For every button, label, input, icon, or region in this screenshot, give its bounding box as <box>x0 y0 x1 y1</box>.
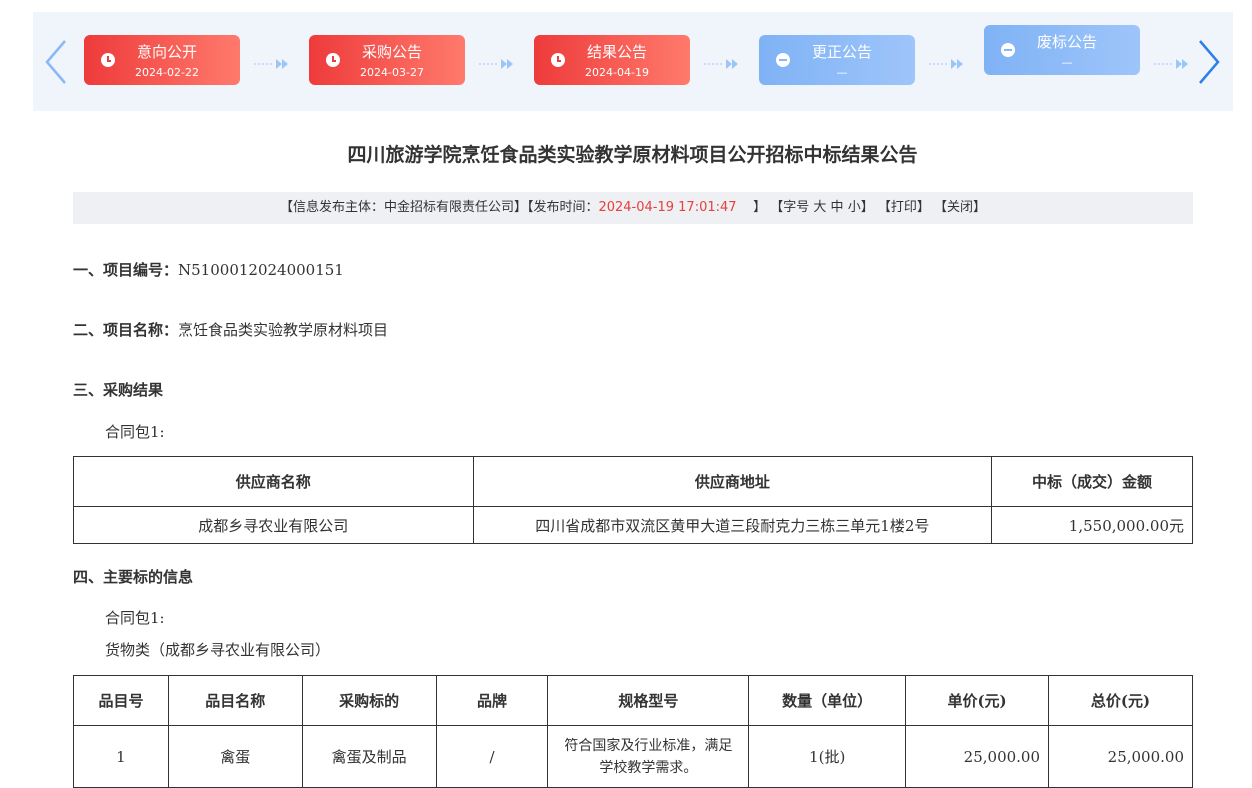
header-cell: 总价(元) <box>1048 675 1193 726</box>
double-arrow-icon <box>479 59 515 69</box>
item-name: 禽蛋 <box>167 725 303 788</box>
info-bar: 【信息发布主体：中金招标有限责任公司】【发布时间：2024-04-19 17:0… <box>73 192 1193 224</box>
table-header-row: 供应商名称 供应商地址 中标（成交）金额 <box>73 456 1193 507</box>
project-number: N5100012024000151 <box>178 261 344 279</box>
result-table: 供应商名称 供应商地址 中标（成交）金额 成都乡寻农业有限公司 四川省成都市双流… <box>73 456 1193 544</box>
double-arrow-icon <box>929 59 965 69</box>
item-number: 1 <box>73 725 169 788</box>
font-size-label: 【字号 <box>770 200 810 215</box>
step-name: 意向公开 <box>136 43 197 61</box>
package-label: 合同包1: <box>105 423 165 441</box>
font-small-link[interactable]: 小 <box>848 200 861 215</box>
category-label: 货物类（成都乡寻农业有限公司） <box>105 641 331 659</box>
section-result-heading: 三、采购结果 <box>73 379 163 400</box>
item-quantity: 1(批) <box>748 725 907 788</box>
procurement-timeline: 意向公开 2024-02-22 采购公告 2024-03-27 结果公告 202… <box>33 12 1233 111</box>
step-date: — <box>836 66 848 79</box>
item-brand: / <box>435 725 549 788</box>
step-procurement[interactable]: 采购公告 2024-03-27 <box>309 35 465 85</box>
header-cell: 单价(元) <box>905 675 1050 726</box>
font-large-link[interactable]: 大 <box>813 200 826 215</box>
next-arrow-icon[interactable] <box>1196 38 1222 86</box>
header-cell: 品目号 <box>73 675 169 726</box>
step-name: 更正公告 <box>811 43 872 61</box>
double-arrow-icon <box>704 59 740 69</box>
header-cell: 数量（单位） <box>748 675 907 726</box>
font-medium-link[interactable]: 中 <box>831 200 844 215</box>
project-name: 烹饪食品类实验教学原材料项目 <box>178 321 389 339</box>
step-cancellation[interactable]: 废标公告 — <box>984 25 1140 75</box>
step-correction[interactable]: 更正公告 — <box>759 35 915 85</box>
step-date: 2024-03-27 <box>360 66 424 79</box>
section-heading-text: 三、采购结果 <box>73 381 164 399</box>
table-header-row: 品目号 品目名称 采购标的 品牌 规格型号 数量（单位） 单价(元) 总价(元) <box>73 675 1193 726</box>
items-table: 品目号 品目名称 采购标的 品牌 规格型号 数量（单位） 单价(元) 总价(元)… <box>73 675 1193 788</box>
step-result[interactable]: 结果公告 2024-04-19 <box>534 35 690 85</box>
section-label: 二、项目名称： <box>73 321 179 339</box>
step-date: 2024-02-22 <box>135 66 199 79</box>
step-intention[interactable]: 意向公开 2024-02-22 <box>84 35 240 85</box>
step-date: — <box>1061 56 1073 69</box>
table-row: 1 禽蛋 禽蛋及制品 / 符合国家及行业标准，满足学校教学需求。 1(批) 25… <box>73 725 1193 788</box>
item-target: 禽蛋及制品 <box>301 725 437 788</box>
section-project-number: 一、项目编号：N5100012024000151 <box>73 259 344 280</box>
supplier-name: 成都乡寻农业有限公司 <box>73 506 474 544</box>
publisher-info: 【信息发布主体：中金招标有限责任公司】【发布时间： <box>279 200 599 215</box>
section-project-name: 二、项目名称：烹饪食品类实验教学原材料项目 <box>73 319 388 340</box>
header-cell: 规格型号 <box>547 675 750 726</box>
step-name: 采购公告 <box>361 43 422 61</box>
table-row: 成都乡寻农业有限公司 四川省成都市双流区黄甲大道三段耐克力三栋三单元1楼2号 1… <box>73 506 1193 544</box>
bid-amount: 1,550,000.00元 <box>991 506 1193 544</box>
section-label: 一、项目编号： <box>73 261 179 279</box>
section-heading-text: 四、主要标的信息 <box>73 568 194 586</box>
item-total-price: 25,000.00 <box>1048 725 1193 788</box>
step-name: 结果公告 <box>586 43 647 61</box>
supplier-address: 四川省成都市双流区黄甲大道三段耐克力三栋三单元1楼2号 <box>472 506 993 544</box>
header-cell: 采购标的 <box>301 675 437 726</box>
section-items-heading: 四、主要标的信息 <box>73 566 193 587</box>
step-name: 废标公告 <box>1036 33 1097 51</box>
header-cell: 中标（成交）金额 <box>991 456 1193 507</box>
print-link[interactable]: 【打印】 <box>878 200 930 215</box>
prev-arrow-icon[interactable] <box>43 38 69 86</box>
double-arrow-icon <box>1154 59 1190 69</box>
publish-suffix: 】 <box>753 200 767 215</box>
item-unit-price: 25,000.00 <box>905 725 1050 788</box>
step-date: 2024-04-19 <box>585 66 649 79</box>
header-cell: 供应商地址 <box>472 456 993 507</box>
header-cell: 品牌 <box>435 675 549 726</box>
item-spec: 符合国家及行业标准，满足学校教学需求。 <box>547 725 750 788</box>
close-link[interactable]: 【关闭】 <box>934 200 986 215</box>
publish-time: 2024-04-19 17:01:47 <box>598 200 737 215</box>
header-cell: 供应商名称 <box>73 456 474 507</box>
double-arrow-icon <box>254 59 290 69</box>
font-size-end: 】 <box>860 200 874 215</box>
page-title: 四川旅游学院烹饪食品类实验教学原材料项目公开招标中标结果公告 <box>347 144 918 166</box>
package-label: 合同包1: <box>105 609 165 627</box>
header-cell: 品目名称 <box>167 675 303 726</box>
